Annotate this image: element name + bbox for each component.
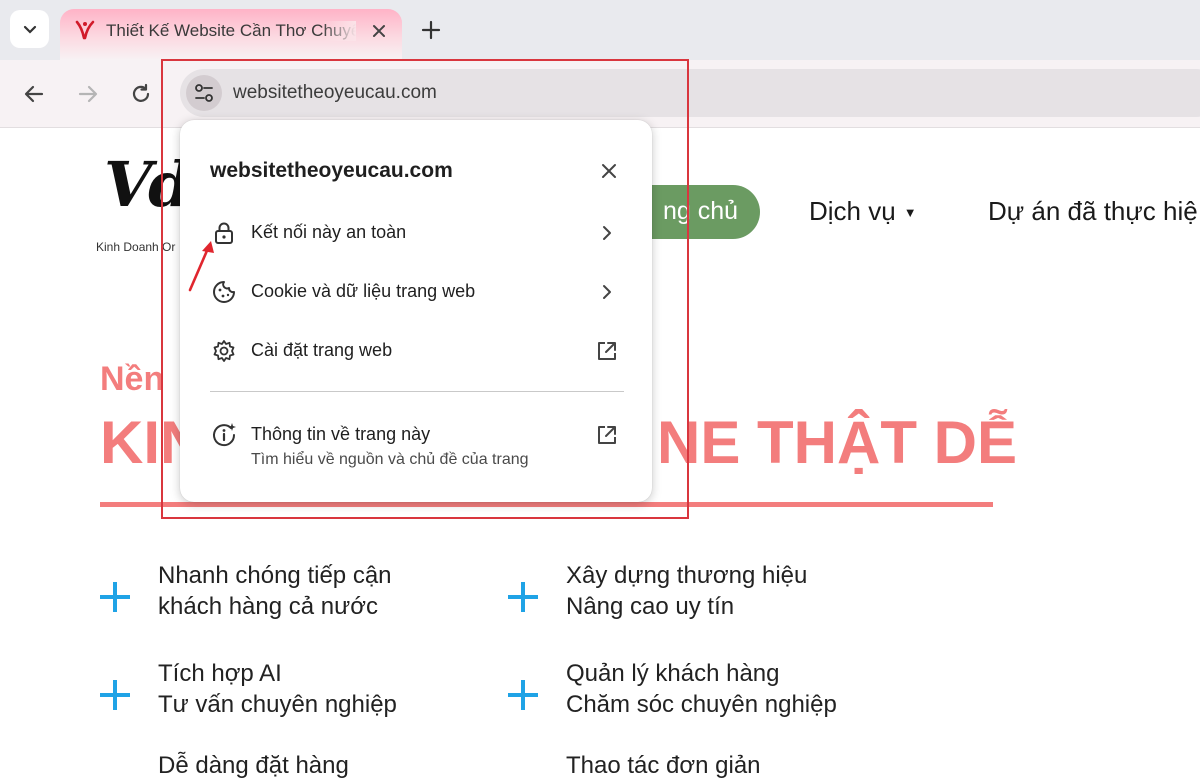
nav-projects[interactable]: Dự án đã thực hiệ [988,196,1198,227]
red-arrow-icon [188,241,214,292]
nav-projects-label: Dự án đã thực hiệ [988,196,1198,226]
nav-services-label: Dịch vụ [809,196,896,226]
feature-line1: Nhanh chóng tiếp cận [158,562,392,589]
nav-services[interactable]: Dịch vụ ▼ [809,196,917,227]
feature-line2: Tư vấn chuyên nghiệp [158,691,397,718]
plus-icon[interactable] [420,19,442,41]
back-arrow-icon[interactable] [22,82,46,106]
plus-icon [508,582,538,612]
forward-arrow-icon[interactable] [76,82,100,106]
chevron-down-icon [23,25,36,34]
plus-icon [100,680,130,710]
close-icon[interactable] [368,20,390,42]
tab-search-button[interactable] [10,10,49,48]
feature-line1: Dễ dàng đặt hàng [158,752,349,779]
plus-icon [100,582,130,612]
active-tab[interactable]: Thiết Kế Website Cần Thơ Chuyên Nghiệp [60,9,402,60]
feature-line1: Thao tác đơn giản [566,752,761,779]
annotation-highlight-box [161,59,689,519]
feature-line2: Nâng cao uy tín [566,593,735,620]
vdesign-favicon-icon [75,20,95,40]
plus-icon [508,680,538,710]
tab-strip: Thiết Kế Website Cần Thơ Chuyên Nghiệp [0,0,1200,60]
hero-title-right: NE THẬT DỄ [657,409,1017,476]
caret-down-icon: ▼ [903,205,917,220]
feature-line1: Xây dựng thương hiệu [566,562,808,589]
feature-line2: Chăm sóc chuyên nghiệp [566,691,837,718]
tab-title: Thiết Kế Website Cần Thơ Chuyên Nghiệp [106,21,356,41]
feature-line1: Quản lý khách hàng [566,660,780,687]
feature-line1: Tích hợp AI [158,660,282,687]
hero-subtitle: Nền [100,360,165,398]
reload-icon[interactable] [129,82,153,106]
feature-line2: khách hàng cả nước [158,593,378,620]
